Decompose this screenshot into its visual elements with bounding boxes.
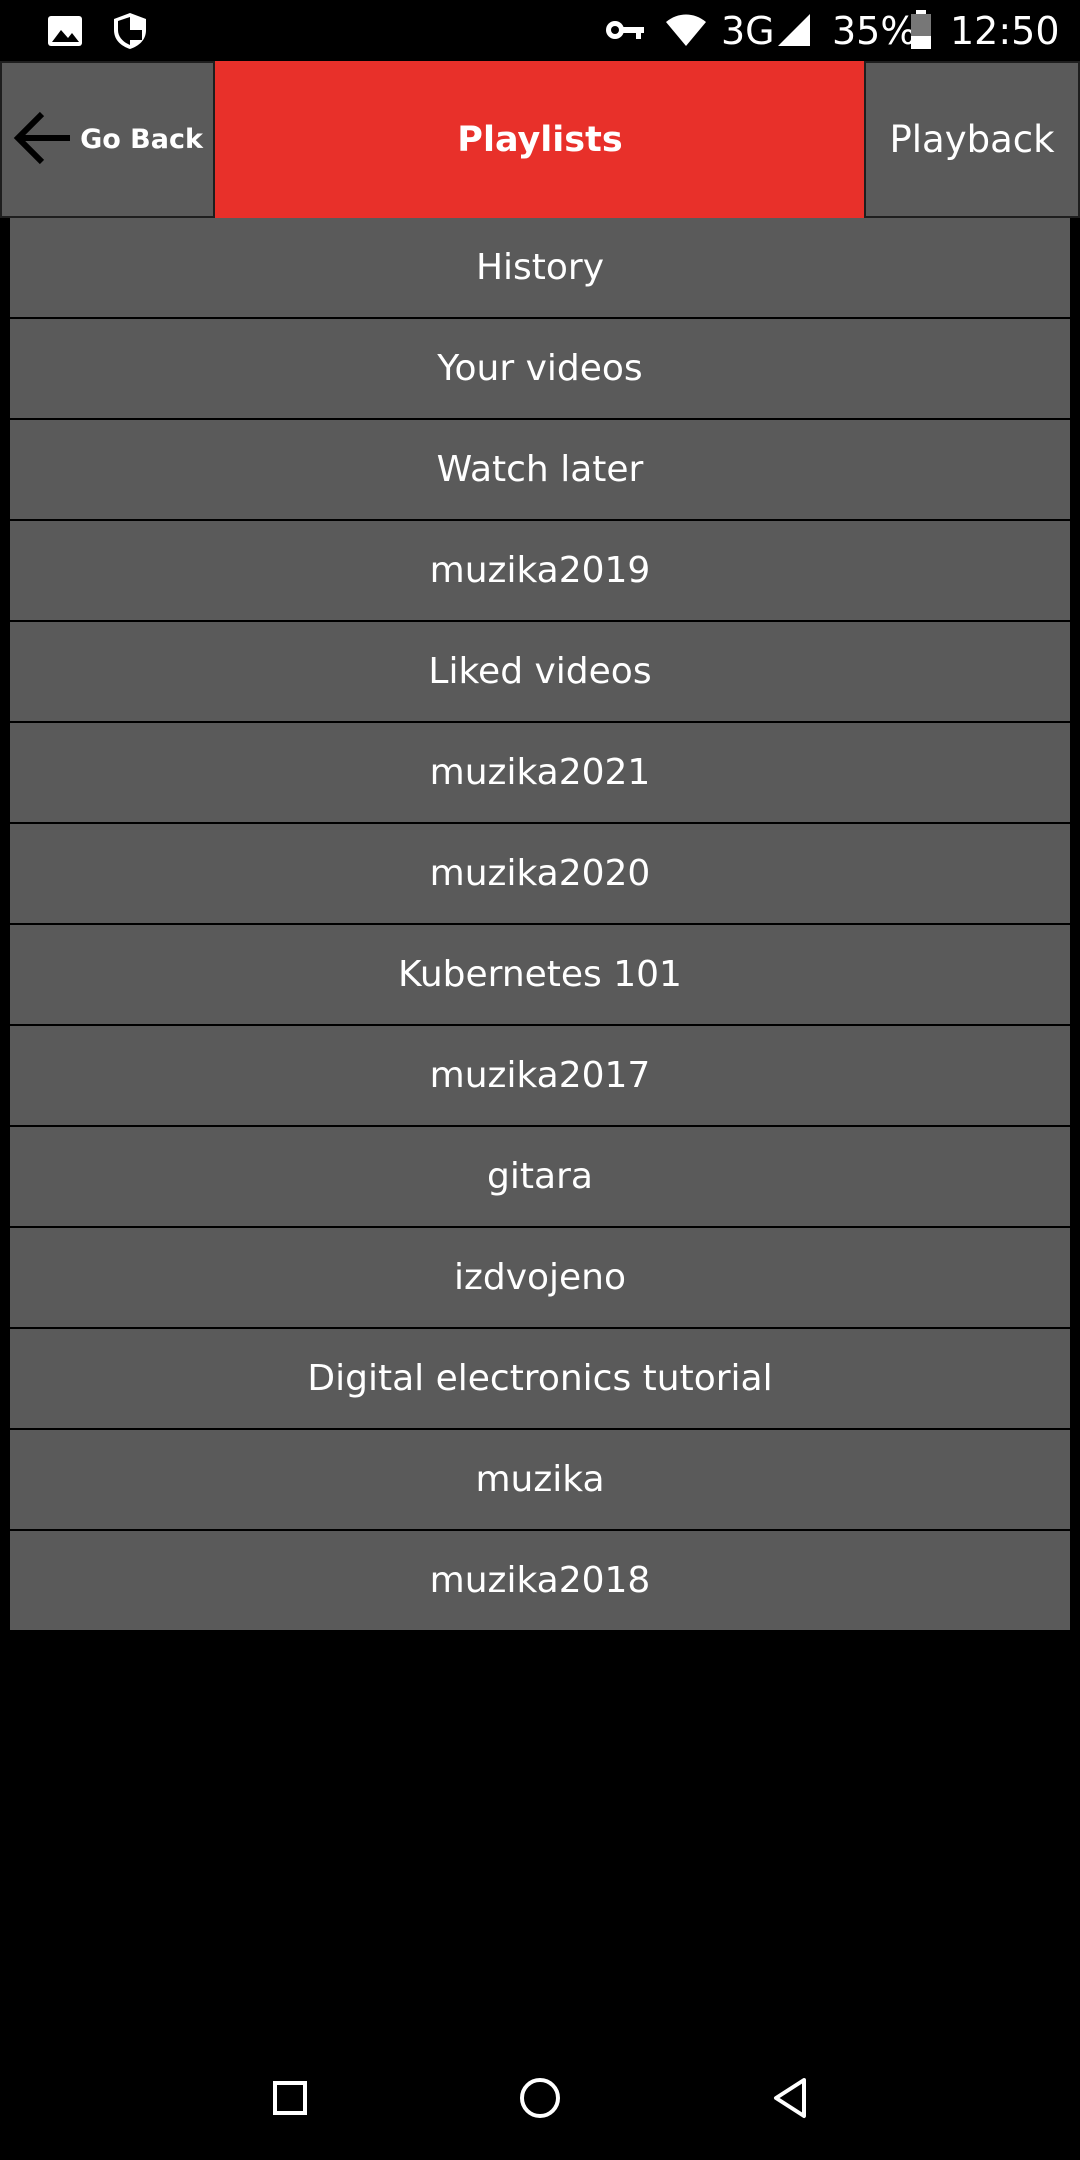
playlist-item[interactable]: muzika2018 bbox=[10, 1531, 1070, 1632]
playlist-item[interactable]: Kubernetes 101 bbox=[10, 925, 1070, 1026]
battery-icon bbox=[910, 10, 932, 54]
playlist-item[interactable]: Liked videos bbox=[10, 622, 1070, 723]
go-back-label: Go Back bbox=[80, 124, 203, 155]
playback-button[interactable]: Playback bbox=[864, 61, 1080, 218]
home-button[interactable] bbox=[500, 2060, 580, 2140]
home-icon bbox=[518, 2076, 562, 2124]
go-back-button[interactable]: Go Back bbox=[0, 61, 215, 218]
playlist-item[interactable]: Your videos bbox=[10, 319, 1070, 420]
playlist-item[interactable]: izdvojeno bbox=[10, 1228, 1070, 1329]
playback-label: Playback bbox=[889, 118, 1055, 161]
playlist-item[interactable]: muzika2019 bbox=[10, 521, 1070, 622]
back-button[interactable] bbox=[750, 2060, 830, 2140]
recents-icon bbox=[272, 2080, 308, 2120]
playlist-item[interactable]: History bbox=[10, 218, 1070, 319]
signal-icon bbox=[776, 12, 812, 52]
status-bar: 3G 35% 12:50 bbox=[0, 0, 1080, 61]
arrow-left-icon bbox=[12, 110, 72, 170]
playlist-item[interactable]: Digital electronics tutorial bbox=[10, 1329, 1070, 1430]
playlist-item[interactable]: gitara bbox=[10, 1127, 1070, 1228]
header-bar: Go Back Playlists Playback bbox=[0, 61, 1080, 218]
playlist-item[interactable]: Watch later bbox=[10, 420, 1070, 521]
network-type: 3G bbox=[721, 9, 775, 53]
clock: 12:50 bbox=[950, 9, 1060, 53]
playlist-item[interactable]: muzika bbox=[10, 1430, 1070, 1531]
battery-percent: 35% bbox=[832, 9, 917, 53]
wifi-icon bbox=[664, 12, 708, 52]
playlist-item[interactable]: muzika2020 bbox=[10, 824, 1070, 925]
shield-icon bbox=[112, 11, 148, 55]
navigation-bar bbox=[0, 2040, 1080, 2160]
key-icon bbox=[604, 16, 646, 48]
back-icon bbox=[770, 2076, 810, 2124]
playlist-list: History Your videos Watch later muzika20… bbox=[10, 218, 1070, 1632]
recents-button[interactable] bbox=[250, 2060, 330, 2140]
page-title: Playlists bbox=[457, 119, 623, 160]
playlist-item[interactable]: muzika2017 bbox=[10, 1026, 1070, 1127]
playlist-item[interactable]: muzika2021 bbox=[10, 723, 1070, 824]
image-icon bbox=[46, 12, 84, 54]
title-tab: Playlists bbox=[215, 61, 865, 218]
